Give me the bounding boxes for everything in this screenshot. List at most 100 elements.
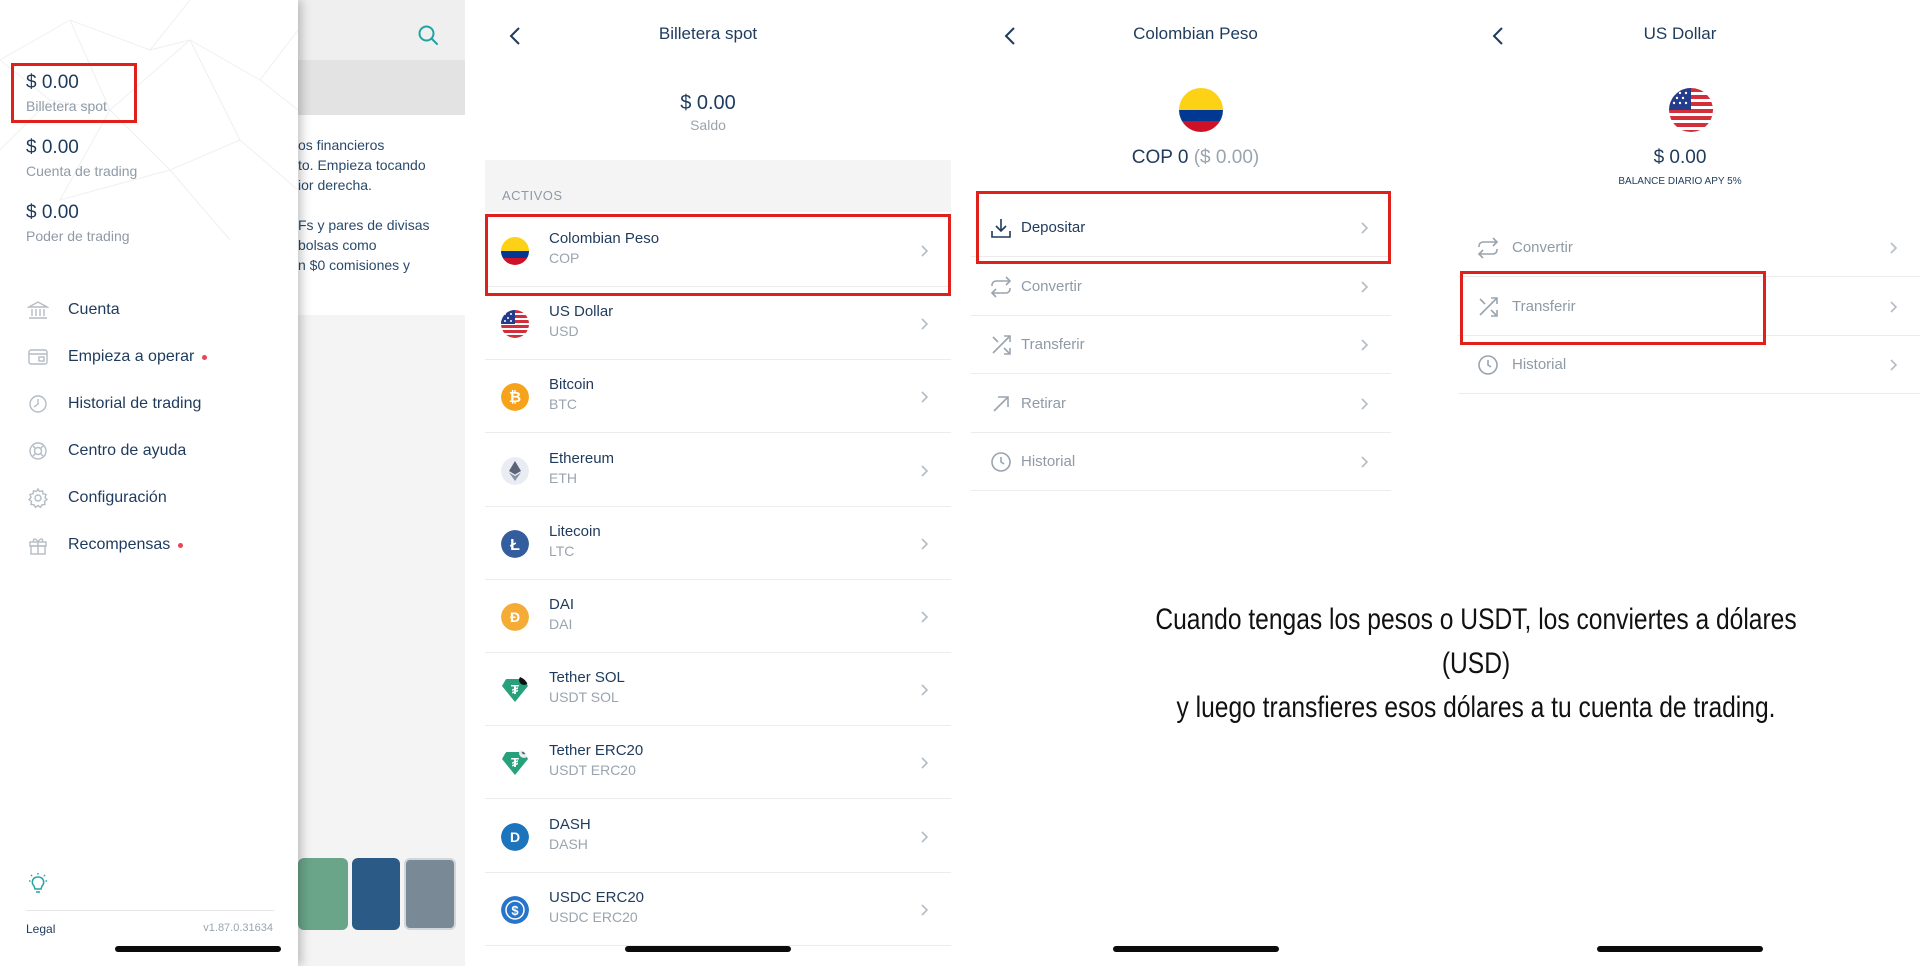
action-historial-button[interactable]: Historial	[971, 433, 1391, 491]
asset-code: USDT ERC20	[549, 762, 636, 779]
menu-item-empieza[interactable]: Empieza a operar	[26, 345, 208, 369]
action-convertir-button[interactable]: Convertir	[1458, 219, 1920, 277]
app-version: v1.87.0.31634	[203, 922, 273, 934]
chevron-right-icon	[1359, 397, 1369, 411]
home-indicator	[1597, 946, 1763, 952]
asset-row[interactable]: Đ DAI DAI	[485, 580, 951, 653]
balance-label: Cuenta de trading	[26, 163, 138, 179]
cop-screen: Colombian Peso COP 0 ($ 0.00) Depositar C…	[951, 0, 1440, 966]
highlight-box	[976, 191, 1391, 264]
cop-balance: COP 0 ($ 0.00)	[951, 147, 1440, 169]
divider	[26, 910, 274, 911]
menu-item-label: Recompensas	[68, 536, 171, 553]
chevron-right-icon	[1888, 241, 1898, 255]
section-header: ACTIVOS	[485, 160, 951, 212]
menu-item-recompensas[interactable]: Recompensas	[26, 533, 184, 557]
history-icon	[26, 392, 50, 416]
asset-name: Bitcoin	[549, 376, 595, 394]
highlight-box	[11, 63, 137, 123]
cop-balance-main: COP 0	[1131, 147, 1189, 168]
menu-item-ayuda[interactable]: Centro de ayuda	[26, 439, 186, 463]
gear-icon	[26, 486, 50, 510]
balance-amount: $ 0.00	[26, 137, 79, 158]
asset-row[interactable]: Ł Litecoin LTC	[485, 507, 951, 580]
usd-screen: US Dollar $ 0.00 BALANCE DIARIO APY 5% C…	[1440, 0, 1920, 966]
svg-text:D: D	[510, 829, 520, 845]
chevron-right-icon	[1359, 455, 1369, 469]
menu-item-cuenta[interactable]: Cuenta	[26, 298, 120, 322]
chevron-right-icon	[1888, 358, 1898, 372]
action-transferir-button[interactable]: Transferir	[971, 316, 1391, 374]
action-retirar-button[interactable]: Retirar	[971, 375, 1391, 433]
spot-balance: $ 0.00	[680, 92, 736, 114]
asset-name: Litecoin	[549, 522, 601, 540]
balance-trading[interactable]: $ 0.00 Cuenta de trading	[26, 137, 137, 179]
legal-link[interactable]: Legal	[26, 922, 55, 936]
menu-item-label: Configuración	[68, 489, 167, 506]
menu-item-label: Centro de ayuda	[68, 442, 187, 459]
asset-row[interactable]: ₮ Tether SOL USDT SOL	[485, 653, 951, 727]
search-icon[interactable]	[417, 24, 439, 46]
asset-code: DAI	[549, 616, 573, 632]
clock-icon	[989, 450, 1013, 474]
action-label: Historial	[1512, 356, 1567, 373]
section-title: ACTIVOS	[502, 188, 563, 203]
menu-item-label: Historial de trading	[68, 395, 202, 412]
menu-item-label: Cuenta	[68, 301, 120, 318]
menu-item-historial[interactable]: Historial de trading	[26, 392, 201, 416]
chevron-right-icon	[1359, 280, 1369, 294]
menu-item-configuracion[interactable]: Configuración	[26, 486, 167, 510]
convert-icon	[989, 275, 1013, 299]
ethereum-icon	[501, 456, 529, 485]
screen-title: Colombian Peso	[1133, 24, 1258, 43]
action-label: Convertir	[1021, 277, 1082, 295]
chevron-right-icon	[1359, 338, 1369, 352]
usd-apy-label: BALANCE DIARIO APY 5%	[1618, 176, 1742, 187]
chevron-right-icon	[919, 464, 929, 478]
asset-code: USDC ERC20	[549, 908, 638, 925]
chevron-right-icon	[919, 830, 929, 844]
balance-amount: $ 0.00	[26, 202, 79, 223]
asset-row[interactable]: ₿ Bitcoin BTC	[485, 360, 951, 434]
chevron-right-icon	[919, 317, 929, 331]
bank-icon	[26, 298, 50, 322]
cop-balance-usd: ($ 0.00)	[1193, 147, 1260, 168]
asset-row[interactable]: US Dollar USD	[485, 287, 951, 361]
chevron-right-icon	[919, 756, 929, 770]
chevron-right-icon	[919, 537, 929, 551]
asset-row[interactable]: ₮ Tether ERC20 USDT ERC20	[485, 726, 951, 800]
asset-code: DASH	[549, 835, 588, 852]
svg-text:Ł: Ł	[510, 537, 520, 554]
asset-code: USDT SOL	[549, 689, 619, 706]
bitcoin-icon: ₿	[501, 383, 529, 412]
svg-text:Đ: Đ	[510, 609, 520, 625]
background-card	[352, 858, 400, 930]
svg-text:₮: ₮	[511, 755, 519, 770]
usdc-icon: $	[501, 895, 529, 924]
clock-icon	[1476, 353, 1500, 377]
asset-row[interactable]: D DASH DASH	[485, 800, 951, 873]
chevron-right-icon	[919, 683, 929, 697]
litecoin-icon: Ł	[501, 529, 529, 558]
background-text: ior derecha.	[298, 177, 372, 193]
home-indicator	[115, 946, 281, 952]
svg-text:₮: ₮	[511, 682, 519, 697]
action-label: Historial	[1021, 453, 1076, 470]
balance-power[interactable]: $ 0.00 Poder de trading	[26, 202, 130, 244]
spot-balance-label: Saldo	[690, 117, 726, 133]
chevron-right-icon	[919, 610, 929, 624]
chevron-right-icon	[1888, 300, 1898, 314]
chevron-right-icon	[919, 390, 929, 404]
dai-icon: Đ	[501, 603, 529, 631]
us-flag-icon	[501, 310, 529, 339]
asset-row[interactable]: Ethereum ETH	[485, 434, 951, 507]
action-label: Transferir	[1021, 336, 1085, 353]
notification-dot	[178, 542, 184, 548]
action-convertir-button[interactable]: Convertir	[971, 258, 1391, 316]
background-text: os financieros	[298, 137, 385, 153]
tether-sol-icon: ₮	[501, 676, 529, 704]
background-text: Fs y pares de divisas	[298, 217, 430, 233]
background-topbar	[298, 0, 465, 60]
asset-row[interactable]: $ USDC ERC20 USDC ERC20	[485, 873, 951, 946]
lightbulb-icon[interactable]	[26, 872, 50, 896]
